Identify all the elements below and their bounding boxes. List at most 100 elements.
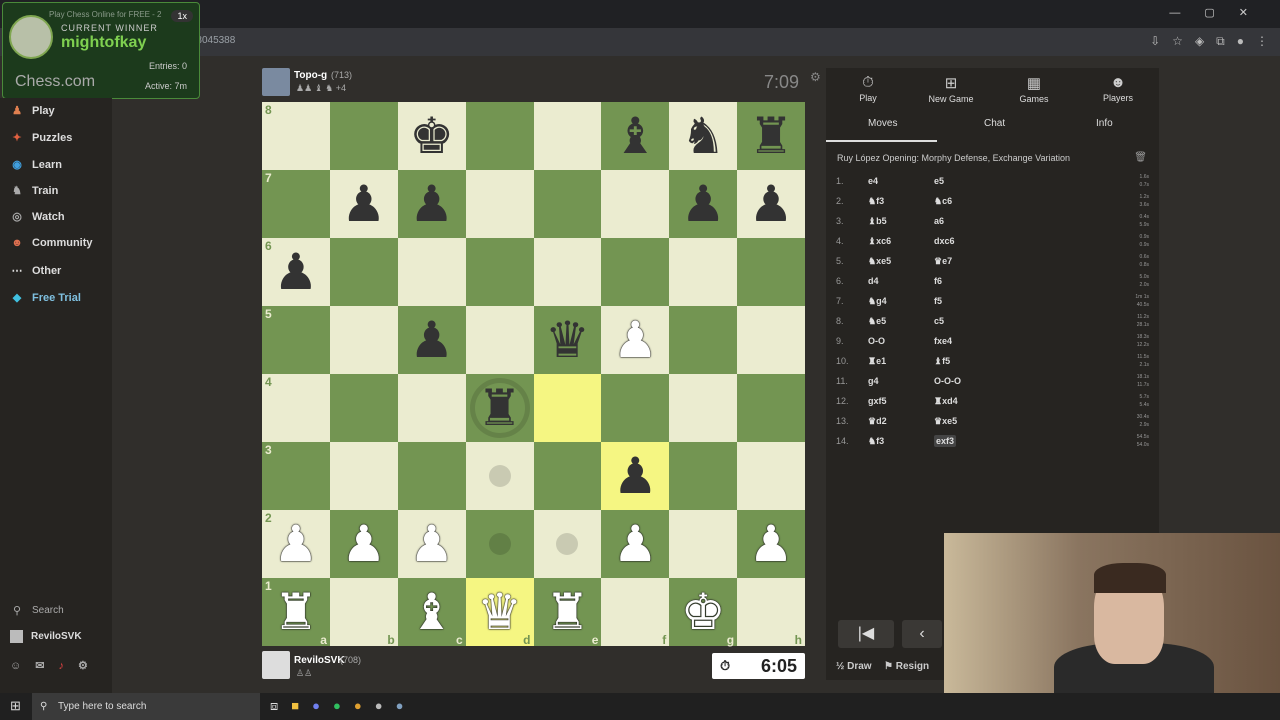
square-a5[interactable]: 5: [262, 306, 330, 374]
friends-icon[interactable]: ☺: [10, 660, 21, 672]
sidebar-item-play[interactable]: ♟ Play: [10, 104, 55, 118]
trash-icon[interactable]: 🗑: [1134, 152, 1147, 163]
square-b4[interactable]: [329, 374, 398, 442]
square-g4[interactable]: [669, 374, 738, 442]
black-king-icon[interactable]: ♚: [409, 111, 454, 161]
tab-new-game[interactable]: ⊞ New Game: [911, 74, 991, 104]
black-pawn-icon[interactable]: ♟: [681, 179, 726, 229]
black-pawn-icon[interactable]: ♟: [409, 315, 454, 365]
white-move[interactable]: ♞xe5: [868, 256, 891, 267]
square-b5[interactable]: [329, 306, 398, 374]
menu-icon[interactable]: ⋮: [1256, 34, 1268, 49]
browser-extensions[interactable]: ⇩ ☆ ◈ ⧉ ● ⋮: [1150, 34, 1268, 49]
square-e4[interactable]: [533, 374, 602, 442]
sidebar-item-learn[interactable]: ◉ Learn: [10, 158, 62, 172]
white-pawn-icon[interactable]: ♟: [409, 519, 454, 569]
white-move[interactable]: ♜e1: [868, 356, 886, 367]
sidebar-item-other[interactable]: ⋯ Other: [10, 264, 62, 278]
square-c6[interactable]: [397, 238, 466, 306]
opening-name[interactable]: Ruy López Opening: Morphy Defense, Excha…: [837, 153, 1070, 163]
draw-button[interactable]: ½ Draw: [836, 661, 872, 672]
square-f1[interactable]: f: [601, 578, 670, 646]
square-h3[interactable]: [737, 442, 805, 510]
white-queen-icon[interactable]: ♛: [477, 587, 522, 637]
square-c3[interactable]: [397, 442, 466, 510]
square-e1[interactable]: e ♜: [533, 578, 602, 646]
square-f5[interactable]: ♟: [601, 306, 670, 374]
square-b1[interactable]: b: [329, 578, 398, 646]
first-move-button[interactable]: |◀: [838, 620, 894, 648]
square-h5[interactable]: [737, 306, 805, 374]
sidebar-user[interactable]: ReviloSVK: [10, 630, 82, 643]
white-move[interactable]: e4: [868, 176, 878, 186]
black-rook-icon[interactable]: ♜: [749, 111, 794, 161]
square-e7[interactable]: [533, 170, 602, 238]
square-d7[interactable]: [465, 170, 534, 238]
square-b2[interactable]: ♟: [329, 510, 398, 578]
square-d2[interactable]: [465, 510, 534, 578]
square-c5[interactable]: ♟: [397, 306, 466, 374]
black-pawn-icon[interactable]: ♟: [613, 451, 658, 501]
square-f8[interactable]: ♝: [601, 102, 670, 170]
black-move[interactable]: f6: [934, 276, 942, 286]
spotify-icon[interactable]: ●: [333, 698, 341, 714]
square-f2[interactable]: ♟: [601, 510, 670, 578]
white-rook-icon[interactable]: ♜: [545, 587, 590, 637]
black-move[interactable]: ♛e7: [934, 256, 952, 267]
square-h7[interactable]: ♟: [737, 170, 805, 238]
obs-icon[interactable]: ●: [375, 698, 383, 714]
extension-icon[interactable]: ◈: [1195, 34, 1204, 49]
legal-move-dot[interactable]: [556, 533, 579, 555]
square-f7[interactable]: [601, 170, 670, 238]
black-move[interactable]: f5: [934, 296, 942, 306]
subtab-chat[interactable]: Chat: [984, 118, 1005, 129]
square-a7[interactable]: 7: [262, 170, 330, 238]
black-move[interactable]: ♞c6: [934, 196, 952, 207]
square-h4[interactable]: [737, 374, 805, 442]
black-move[interactable]: c5: [934, 316, 944, 326]
sidebar-item-train[interactable]: ♞ Train: [10, 184, 58, 198]
star-icon[interactable]: ☆: [1172, 34, 1183, 49]
square-b6[interactable]: [329, 238, 398, 306]
sidebar-search[interactable]: ⚲ Search: [10, 604, 64, 617]
square-g7[interactable]: ♟: [669, 170, 738, 238]
square-g6[interactable]: [669, 238, 738, 306]
top-player-name[interactable]: Topo-g: [294, 70, 327, 81]
black-move[interactable]: ♝f5: [934, 356, 950, 367]
square-a3[interactable]: 3: [262, 442, 330, 510]
board-settings-icon[interactable]: ⚙: [810, 70, 821, 84]
white-move[interactable]: O-O: [868, 336, 885, 346]
square-h8[interactable]: ♜: [737, 102, 805, 170]
square-c1[interactable]: c ♝: [397, 578, 466, 646]
square-e6[interactable]: [533, 238, 602, 306]
black-move[interactable]: ♛xe5: [934, 416, 957, 427]
square-e8[interactable]: [533, 102, 602, 170]
white-pawn-icon[interactable]: ♟: [613, 315, 658, 365]
white-move[interactable]: ♝b5: [868, 216, 887, 227]
tab-play[interactable]: ⏱ Play: [828, 74, 908, 103]
square-b3[interactable]: [329, 442, 398, 510]
resign-button[interactable]: ⚑ Resign: [884, 661, 929, 672]
black-queen-icon[interactable]: ♛: [545, 315, 590, 365]
top-player-avatar[interactable]: [262, 68, 290, 96]
square-f3[interactable]: ♟: [601, 442, 670, 510]
square-d1[interactable]: d ♛: [465, 578, 534, 646]
white-move[interactable]: ♞g4: [868, 296, 887, 307]
black-pawn-icon[interactable]: ♟: [749, 179, 794, 229]
mail-icon[interactable]: ✉: [35, 659, 44, 672]
file-explorer-icon[interactable]: ■: [291, 698, 299, 714]
square-d4[interactable]: ♜: [465, 374, 534, 442]
square-c2[interactable]: ♟: [397, 510, 466, 578]
white-move[interactable]: g4: [868, 376, 879, 386]
square-d5[interactable]: [465, 306, 534, 374]
square-g3[interactable]: [669, 442, 738, 510]
white-move[interactable]: ♛d2: [868, 416, 887, 427]
square-e2[interactable]: [533, 510, 602, 578]
black-rook-icon[interactable]: ♜: [477, 383, 522, 433]
square-d3[interactable]: [465, 442, 534, 510]
square-g5[interactable]: [669, 306, 738, 374]
subtab-moves[interactable]: Moves: [868, 118, 897, 129]
black-move[interactable]: dxc6: [934, 236, 955, 246]
puzzle-ext-icon[interactable]: ⧉: [1216, 34, 1225, 49]
square-g2[interactable]: [669, 510, 738, 578]
